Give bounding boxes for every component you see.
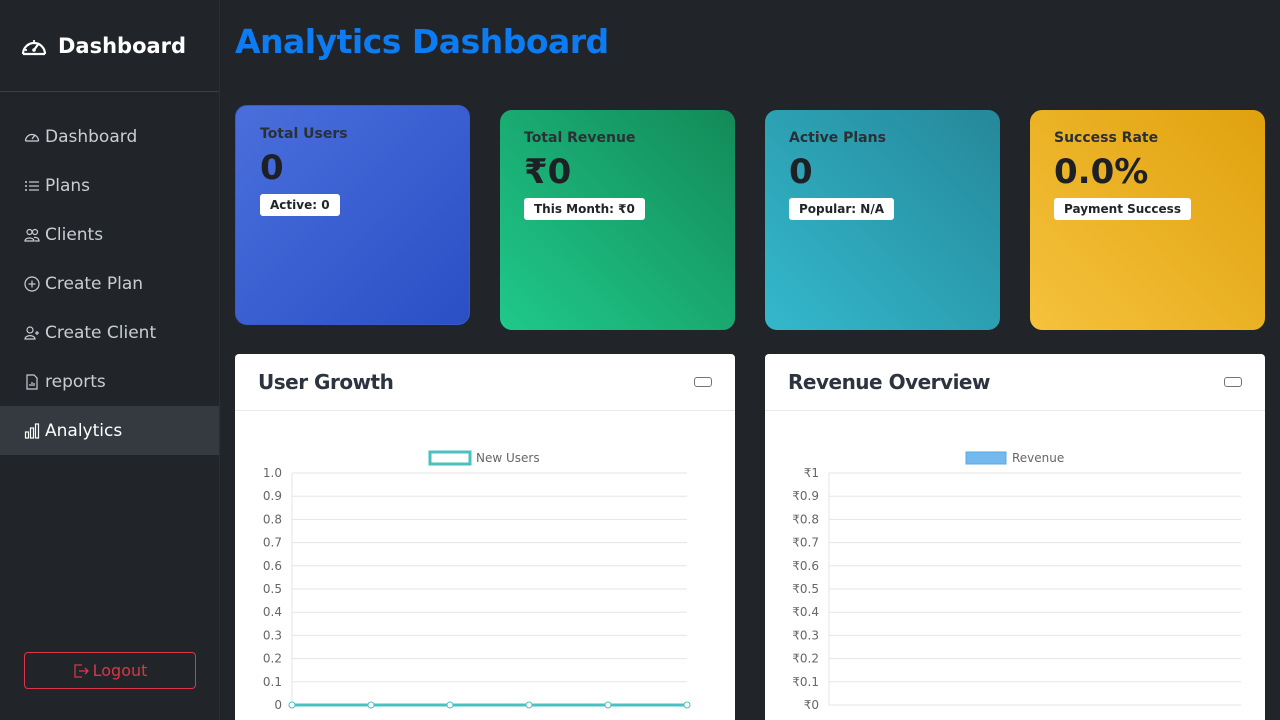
card-value: 0 [260,148,284,188]
status-badge: Active: 0 [260,194,340,216]
sidebar-item-label: Dashboard [45,126,138,147]
sidebar-nav: Dashboard Plans Clients Create Plan Crea… [0,112,219,455]
y-tick-label: ₹0.5 [792,582,819,596]
legend-label: New Users [476,451,540,465]
status-badge: Payment Success [1054,198,1191,220]
data-point [446,701,454,709]
sidebar-item-label: Create Plan [45,273,144,294]
legend-label: Revenue [1012,451,1064,465]
y-tick-label: 0.3 [263,628,282,642]
success-rate-card: Success Rate 0.0% Payment Success [1030,110,1265,330]
sidebar-item-analytics[interactable]: Analytics [0,406,219,455]
sidebar-item-reports[interactable]: reports [0,357,219,406]
data-point [604,701,612,709]
status-badge: This Month: ₹0 [524,198,645,220]
y-tick-label: 1.0 [263,466,282,480]
card-label: Total Revenue [524,130,636,146]
card-value: 0 [789,152,813,192]
person-add-icon [24,325,39,340]
revenue-overview-panel: Revenue Overview ₹1 ₹0.9 ₹0.8 ₹0.7 ₹0.6 ₹0.5 ₹… [765,354,1265,720]
panel-toggle-button[interactable] [1224,377,1242,387]
card-value: ₹0 [524,152,572,192]
active-plans-card: Active Plans 0 Popular: N/A [765,110,1000,330]
y-tick-label: 0.7 [263,536,282,550]
logout-label: Logout [92,661,148,680]
y-tick-label: ₹1 [804,466,819,480]
panel-title: Revenue Overview [788,370,990,394]
status-badge: Popular: N/A [789,198,894,220]
page-title: Analytics Dashboard [235,22,609,61]
logout-icon [73,663,89,678]
file-chart-icon [26,373,38,390]
speedometer-icon [21,39,47,55]
plus-circle-icon [24,275,40,292]
data-point [683,701,691,709]
user-growth-chart: 1.0 0.9 0.8 0.7 0.6 0.5 0.4 0.3 0.2 0.1 0 New Users [263,450,691,712]
card-value: 0.0% [1054,152,1149,192]
legend-swatch [428,450,472,466]
speedometer-icon [24,133,40,142]
sidebar-item-clients[interactable]: Clients [0,210,219,259]
panel-header: User Growth [235,354,735,411]
card-label: Total Users [260,126,348,142]
y-tick-label: ₹0.3 [792,628,819,642]
brand[interactable]: Dashboard [0,0,219,92]
y-tick-label: ₹0.4 [792,605,819,619]
y-tick-label: ₹0.6 [792,559,819,573]
sidebar-item-label: Plans [45,175,91,196]
y-tick-label: ₹0.9 [792,489,819,503]
sidebar-item-create-plan[interactable]: Create Plan [0,259,219,308]
y-tick-label: ₹0.7 [792,536,819,550]
y-tick-label: 0.5 [263,582,282,596]
logout-button[interactable]: Logout [24,652,196,689]
panel-toggle-button[interactable] [694,377,712,387]
bar-chart-icon [24,422,40,439]
total-revenue-card: Total Revenue ₹0 This Month: ₹0 [500,110,735,330]
sidebar-item-create-client[interactable]: Create Client [0,308,219,357]
sidebar: Dashboard Dashboard Plans Clients Create… [0,0,220,720]
people-icon [24,228,40,242]
y-tick-label: ₹0 [804,698,819,712]
y-tick-label: 0.4 [263,605,282,619]
y-tick-label: 0 [274,698,282,712]
y-tick-label: ₹0.2 [792,652,819,666]
revenue-overview-chart: ₹1 ₹0.9 ₹0.8 ₹0.7 ₹0.6 ₹0.5 ₹0.4 ₹0.3 ₹0.2 ₹0.1 ₹0… [792,451,1241,712]
y-tick-label: 0.9 [263,489,282,503]
legend-swatch [965,451,1007,465]
data-point [525,701,533,709]
y-tick-label: 0.1 [263,675,282,689]
y-tick-label: 0.6 [263,559,282,573]
total-users-card: Total Users 0 Active: 0 [235,105,470,325]
list-icon [25,180,39,191]
sidebar-item-label: Analytics [45,420,123,441]
data-point [367,701,375,709]
sidebar-item-label: reports [45,371,106,392]
y-tick-label: 0.2 [263,652,282,666]
panel-title: User Growth [258,370,394,394]
sidebar-item-dashboard[interactable]: Dashboard [0,112,219,161]
sidebar-item-label: Create Client [45,322,157,343]
card-label: Active Plans [789,130,886,146]
y-tick-label: ₹0.8 [792,512,819,526]
data-point [288,701,296,709]
sidebar-item-label: Clients [45,224,104,245]
brand-title: Dashboard [58,33,187,58]
user-growth-panel: User Growth 1.0 0.9 0.8 0.7 0.6 0.5 0.4 0.3 0.2 0… [235,354,735,720]
sidebar-item-plans[interactable]: Plans [0,161,219,210]
card-label: Success Rate [1054,130,1159,146]
panel-header: Revenue Overview [765,354,1265,411]
y-tick-label: ₹0.1 [792,675,819,689]
y-tick-label: 0.8 [263,512,282,526]
